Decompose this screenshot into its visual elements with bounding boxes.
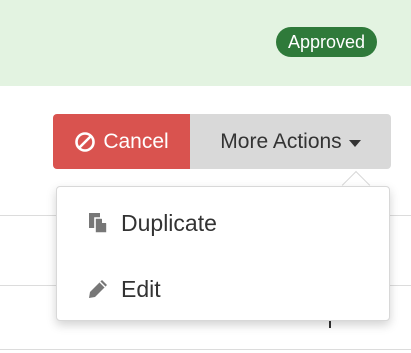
row-divider — [0, 349, 411, 350]
more-actions-label: More Actions — [220, 129, 342, 153]
menu-item-label: Edit — [121, 275, 161, 302]
menu-item-duplicate[interactable]: Duplicate — [87, 207, 217, 239]
cancel-button-label: Cancel — [103, 129, 169, 153]
more-actions-button[interactable]: More Actions — [190, 114, 391, 169]
ban-icon — [74, 131, 96, 153]
more-actions-dropdown: Duplicate Edit — [56, 186, 390, 321]
caret-down-icon — [348, 139, 361, 147]
status-bar: Approved — [0, 0, 411, 86]
cancel-button[interactable]: Cancel — [53, 114, 190, 169]
status-badge: Approved — [276, 27, 378, 57]
copy-icon — [87, 212, 109, 234]
action-button-group: Cancel More Actions — [53, 114, 391, 169]
menu-item-label: Duplicate — [121, 209, 217, 236]
pencil-icon — [87, 278, 109, 300]
menu-item-edit[interactable]: Edit — [87, 273, 161, 305]
